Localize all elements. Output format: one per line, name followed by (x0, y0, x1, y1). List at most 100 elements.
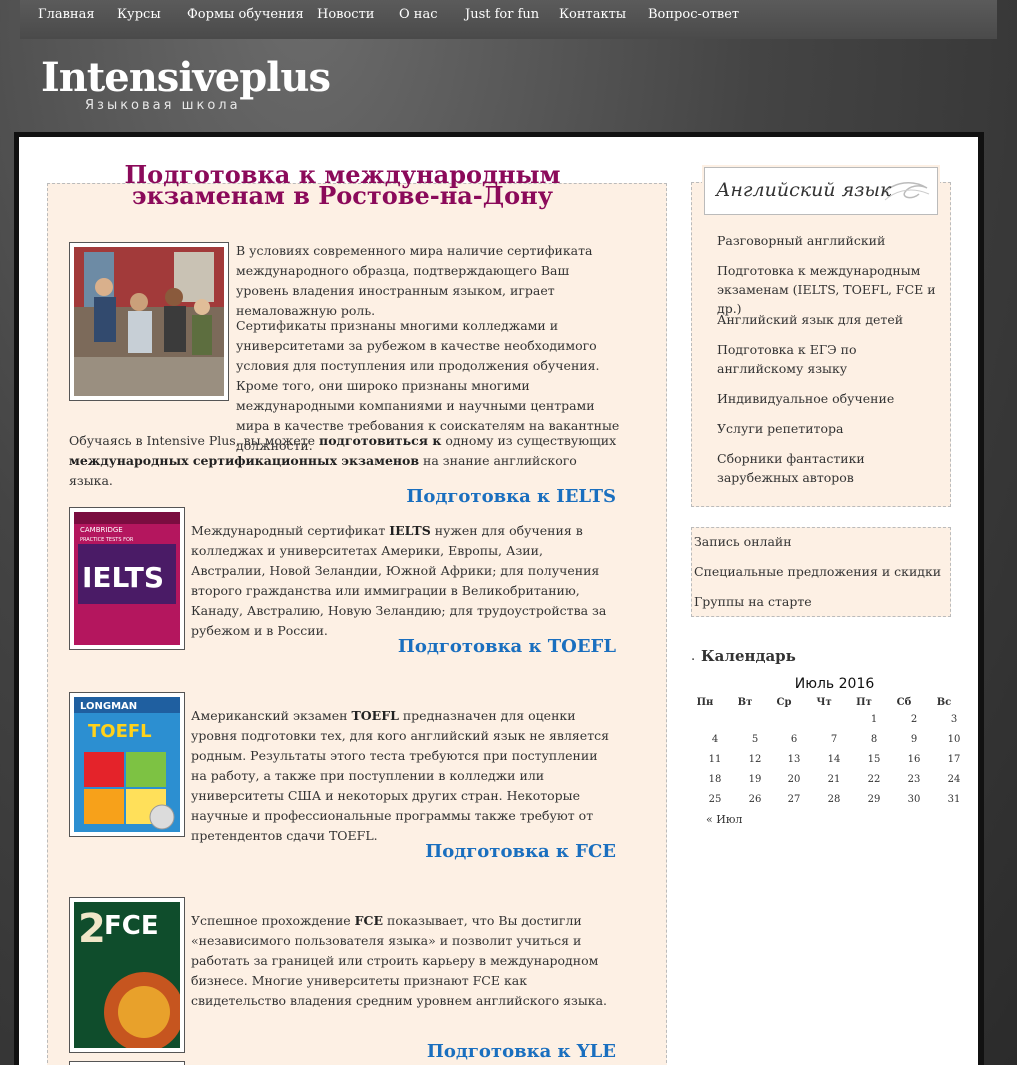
calendar-day: 28 (827, 794, 841, 805)
students-photo (69, 242, 229, 401)
nav-home[interactable]: Главная (38, 7, 95, 22)
sidebar-link-scifi[interactable]: Сборники фантастики зарубежных авторов (717, 449, 937, 487)
calendar-weekday: Сб (896, 697, 912, 708)
nav-contacts[interactable]: Контакты (559, 7, 626, 22)
calendar-heading: Календарь (701, 647, 796, 665)
sidebar-heading: Английский язык (716, 179, 892, 201)
calendar-day: 4 (711, 734, 719, 745)
sidebar-link-special-offers[interactable]: Специальные предложения и скидки (694, 564, 941, 579)
calendar-caption: Июль 2016 (794, 676, 875, 692)
ielts-heading[interactable]: Подготовка к IELTS (300, 486, 616, 507)
intro3-bold-b: международных сертификационных экзаменов (69, 453, 420, 468)
students-photo-image (74, 247, 224, 396)
intro-paragraph-1: В условиях современного мира наличие сер… (236, 243, 593, 318)
calendar-day: 6 (790, 734, 798, 745)
calendar-day: 30 (907, 794, 921, 805)
yle-book-cover (69, 1061, 185, 1065)
ielts-text-pre: Международный сертификат (191, 523, 390, 538)
calendar-day: 31 (947, 794, 961, 805)
toefl-book-label-top: LONGMAN (80, 701, 137, 712)
fce-text-pre: Успешное прохождение (191, 913, 355, 928)
calendar-day: 3 (950, 714, 958, 725)
calendar-weekday: Вт (737, 697, 753, 708)
calendar-day: 5 (751, 734, 759, 745)
toefl-paragraph: Американский экзамен TOEFL предназначен … (191, 706, 617, 846)
toefl-book-image: LONGMAN TOEFL (74, 697, 180, 832)
ielts-book-image: CAMBRIDGE PRACTICE TESTS FOR IELTS (74, 512, 180, 645)
page-title: Подготовка к международным экзаменам в Р… (124, 160, 561, 210)
calendar-day: 7 (830, 734, 838, 745)
calendar-day: 20 (787, 774, 801, 785)
intro3-bold-a: подготовиться к (319, 433, 442, 448)
site-tagline: Языковая школа (85, 98, 241, 113)
calendar-day: 23 (907, 774, 921, 785)
fce-book-cover: 2 FCE (69, 897, 185, 1053)
site-logo[interactable]: Intensiveplus (41, 54, 331, 101)
ielts-text-post: нужен для обучения в колледжах и универс… (191, 523, 607, 638)
calendar-day: 15 (867, 754, 881, 765)
sidebar-link-online-signup[interactable]: Запись онлайн (694, 534, 792, 549)
calendar-day: 2 (910, 714, 918, 725)
sidebar-link-groups[interactable]: Группы на старте (694, 594, 812, 609)
calendar-day: 1 (870, 714, 878, 725)
calendar-weekday: Вс (936, 697, 952, 708)
calendar-day: 12 (748, 754, 762, 765)
toefl-book-label-big: TOEFL (88, 721, 152, 742)
ielts-book-label-sub: PRACTICE TESTS FOR (80, 537, 134, 543)
calendar-day: 8 (870, 734, 878, 745)
toefl-book-cover: LONGMAN TOEFL (69, 692, 185, 837)
intro3-text-b: одному из существующих (441, 433, 617, 448)
nav-news[interactable]: Новости (317, 7, 374, 22)
nav-about[interactable]: О нас (399, 7, 438, 22)
ielts-book-label-big: IELTS (82, 561, 164, 594)
intro3-text-a: Обучаясь в Intensive Plus, вы можете (69, 433, 320, 448)
fce-book-image: 2 FCE (74, 902, 184, 1052)
toefl-heading[interactable]: Подготовка к TOEFL (300, 636, 616, 657)
calendar-day: 14 (827, 754, 841, 765)
toefl-text-pre: Американский экзамен (191, 708, 352, 723)
calendar-day: 17 (947, 754, 961, 765)
toefl-text-post: предназначен для оценки уровня подготовк… (191, 708, 609, 843)
calendar-day: 26 (748, 794, 762, 805)
calendar-day: 27 (787, 794, 801, 805)
calendar-day: 29 (867, 794, 881, 805)
calendar-weekday: Ср (776, 697, 792, 708)
calendar-weekday: Чт (816, 697, 832, 708)
calendar-weekday: Пн (696, 697, 714, 708)
sidebar-link-ege[interactable]: Подготовка к ЕГЭ по английскому языку (717, 340, 937, 378)
calendar-day: 13 (787, 754, 801, 765)
calendar-day: 22 (867, 774, 881, 785)
fce-heading[interactable]: Подготовка к FCE (300, 841, 616, 862)
calendar-day: 21 (827, 774, 841, 785)
sidebar-link-individual[interactable]: Индивидуальное обучение (717, 389, 937, 408)
calendar-weekday: Пт (856, 697, 872, 708)
toefl-text-bold: TOEFL (351, 708, 399, 723)
calendar-day: 10 (947, 734, 961, 745)
calendar-day: 18 (708, 774, 722, 785)
calendar-day: 16 (907, 754, 921, 765)
ielts-paragraph: Международный сертификат IELTS нужен для… (191, 521, 616, 641)
calendar-day: 25 (708, 794, 722, 805)
ielts-text-bold: IELTS (389, 523, 431, 538)
fce-book-label-num: 2 (78, 906, 106, 952)
ielts-book-cover: CAMBRIDGE PRACTICE TESTS FOR IELTS (69, 507, 185, 650)
nav-courses[interactable]: Курсы (117, 7, 161, 22)
calendar-day: 19 (748, 774, 762, 785)
calendar-day: 9 (910, 734, 918, 745)
calendar-day: 11 (708, 754, 722, 765)
bullet-icon: . (691, 649, 696, 664)
nav-just-for-fun[interactable]: Just for fun (465, 7, 539, 22)
fce-book-label-big: FCE (104, 911, 159, 941)
intro-paragraph-3: Обучаясь в Intensive Plus, вы можете под… (69, 431, 619, 491)
sidebar-link-kids[interactable]: Английский язык для детей (717, 310, 937, 329)
sidebar-link-conversational[interactable]: Разговорный английский (717, 231, 937, 250)
sidebar-link-tutor[interactable]: Услуги репетитора (717, 419, 937, 438)
calendar-day: 24 (947, 774, 961, 785)
ielts-book-label-top: CAMBRIDGE (80, 526, 123, 534)
nav-study-forms[interactable]: Формы обучения (187, 7, 304, 22)
yle-heading[interactable]: Подготовка к YLE (300, 1041, 616, 1062)
fce-paragraph: Успешное прохождение FCE показывает, что… (191, 911, 618, 1011)
nav-faq[interactable]: Вопрос-ответ (648, 7, 739, 22)
fce-text-bold: FCE (354, 913, 384, 928)
calendar-prev-link[interactable]: « Июл (706, 813, 742, 826)
